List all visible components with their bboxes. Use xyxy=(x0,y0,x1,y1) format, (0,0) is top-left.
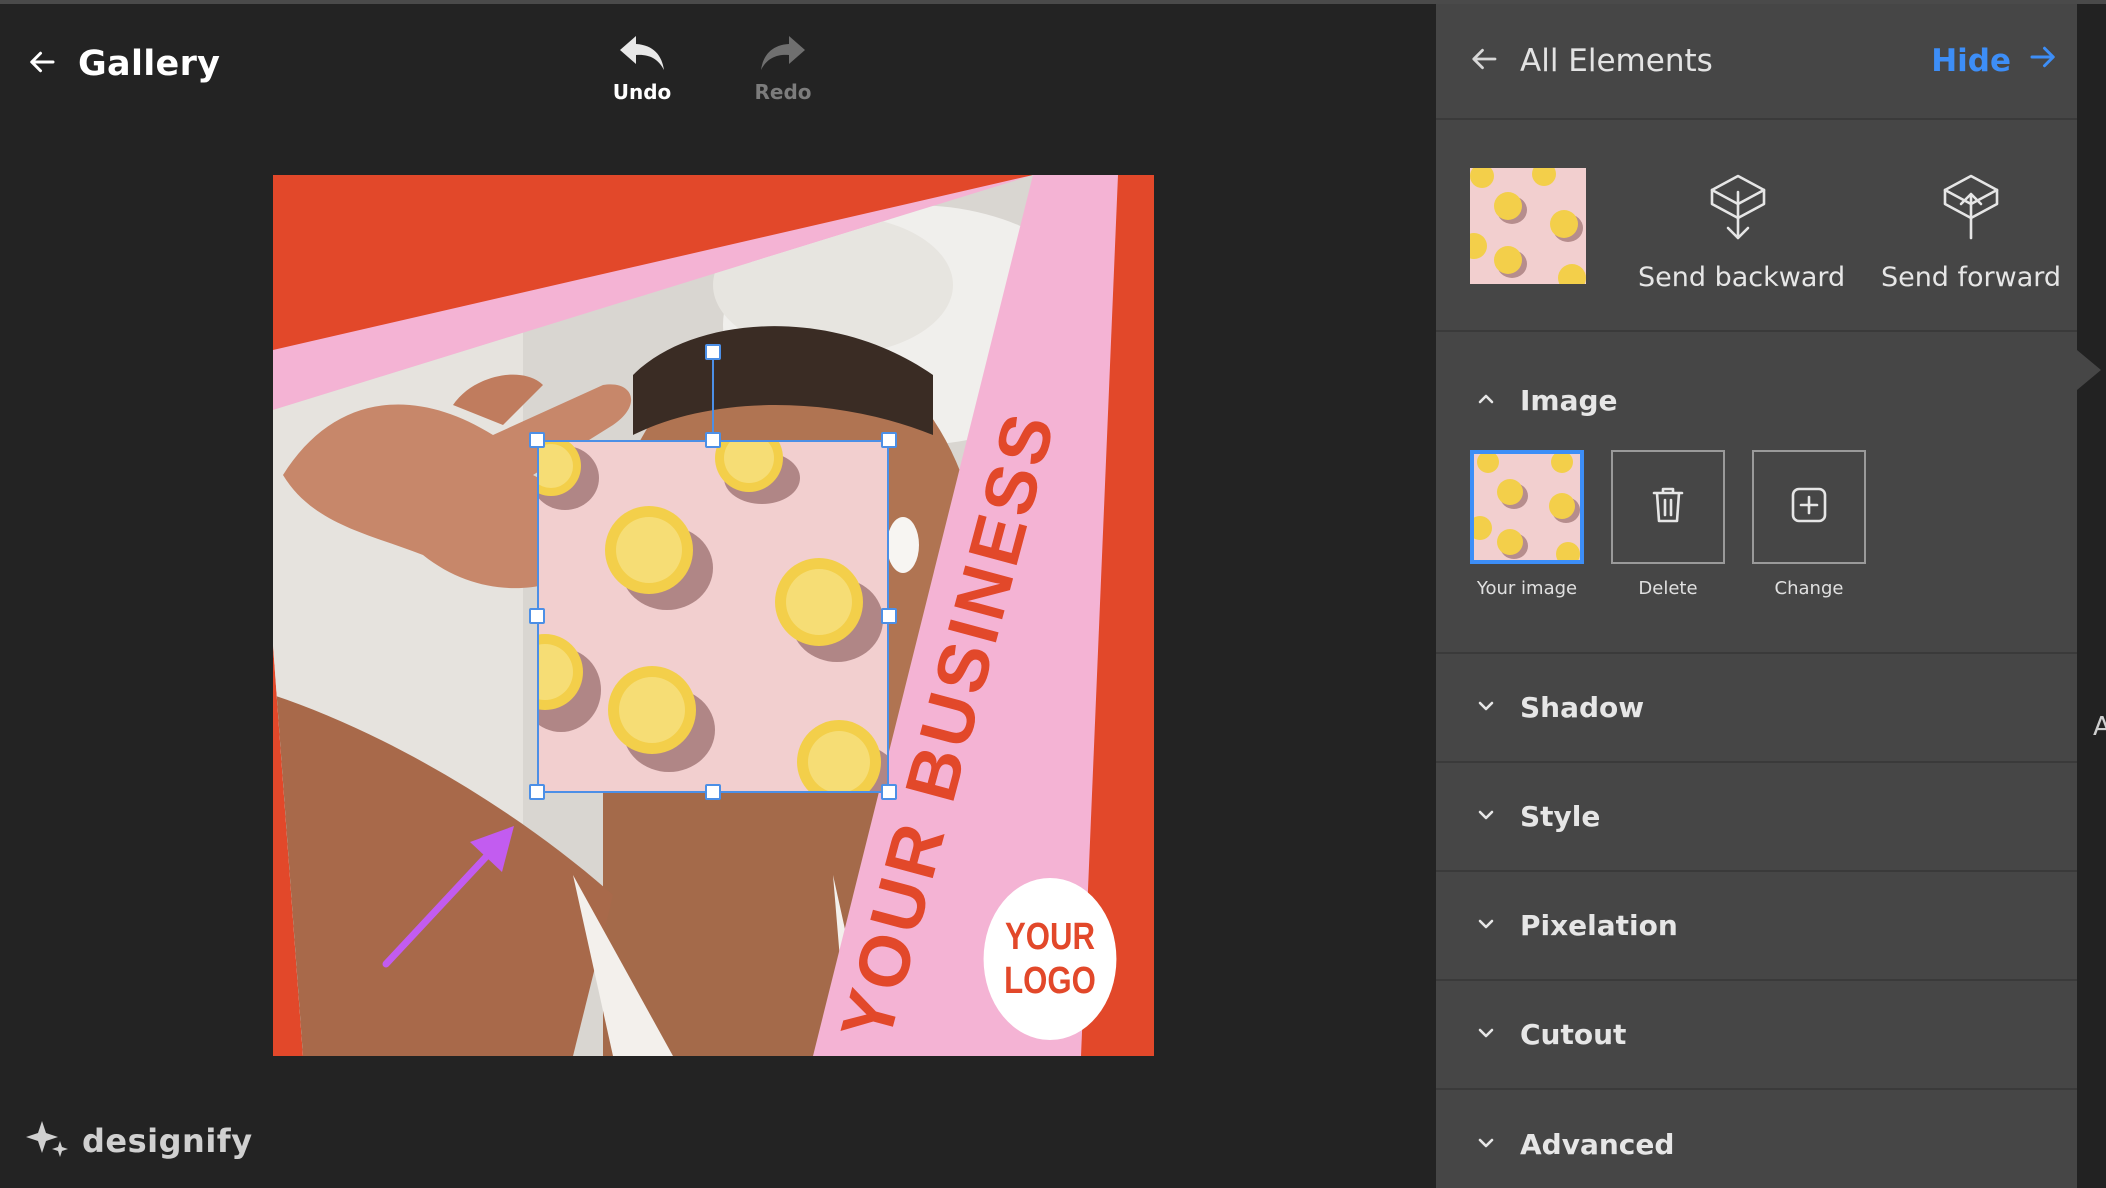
logo-placeholder[interactable]: YOUR LOGO xyxy=(983,878,1117,1040)
delete-tile xyxy=(1611,450,1725,564)
chevron-up-icon xyxy=(1474,387,1498,415)
selected-element-thumbnail xyxy=(1470,168,1586,284)
resize-handle-bottom-left[interactable] xyxy=(529,784,545,800)
cutout-section-header[interactable]: Cutout xyxy=(1436,1018,1626,1051)
hide-panel-button[interactable]: Hide xyxy=(1931,42,2057,80)
brand-logo: designify xyxy=(26,1117,253,1165)
resize-handle-right[interactable] xyxy=(881,608,897,624)
all-elements-label: All Elements xyxy=(1520,43,1713,79)
elements-panel: All Elements Hide Send backward Send for… xyxy=(1436,4,2077,1188)
pixelation-section: Pixelation xyxy=(1436,872,2077,981)
pixelation-section-title: Pixelation xyxy=(1520,909,1678,942)
your-image-option[interactable]: Your image xyxy=(1470,450,1584,599)
delete-label: Delete xyxy=(1638,578,1698,599)
layer-order-row: Send backward Send forward xyxy=(1436,120,2077,332)
arrow-left-icon xyxy=(1470,44,1500,78)
send-forward-button[interactable]: Send forward xyxy=(1876,172,2066,293)
undo-label: Undo xyxy=(612,80,672,104)
advanced-section-header[interactable]: Advanced xyxy=(1436,1128,1674,1161)
change-label: Change xyxy=(1774,578,1844,599)
logo-line-2: LOGO xyxy=(1004,960,1096,1002)
resize-handle-bottom[interactable] xyxy=(705,784,721,800)
resize-handle-left[interactable] xyxy=(529,608,545,624)
send-backward-label: Send backward xyxy=(1638,262,1846,293)
delete-image-button[interactable]: Delete xyxy=(1611,450,1725,599)
image-section: Image Your image Delete Change xyxy=(1436,332,2077,654)
logo-line-1: YOUR xyxy=(1004,916,1096,958)
redo-button[interactable]: Redo xyxy=(728,32,838,104)
panel-collapse-notch[interactable] xyxy=(2077,350,2101,390)
send-backward-button[interactable]: Send backward xyxy=(1638,172,1846,293)
resize-handle-bottom-right[interactable] xyxy=(881,784,897,800)
annotation-arrow-icon xyxy=(382,826,514,968)
pixelation-section-header[interactable]: Pixelation xyxy=(1436,909,1678,942)
undo-icon xyxy=(587,32,697,74)
chevron-down-icon xyxy=(1474,1021,1498,1049)
advanced-section: Advanced xyxy=(1436,1090,2077,1188)
resize-handle-top[interactable] xyxy=(705,432,721,448)
style-section-header[interactable]: Style xyxy=(1436,800,1600,833)
all-elements-back-button[interactable]: All Elements xyxy=(1470,43,1713,79)
style-section: Style xyxy=(1436,763,2077,872)
trash-icon xyxy=(1646,483,1690,531)
resize-handle-top-right[interactable] xyxy=(881,432,897,448)
image-section-title: Image xyxy=(1520,384,1618,417)
style-section-title: Style xyxy=(1520,800,1601,833)
cutout-section: Cutout xyxy=(1436,981,2077,1090)
panel-header: All Elements Hide xyxy=(1436,4,2077,120)
chevron-down-icon xyxy=(1474,1131,1498,1159)
brand-name: designify xyxy=(82,1122,253,1160)
undo-button[interactable]: Undo xyxy=(587,32,697,104)
arrow-right-icon xyxy=(2011,42,2057,80)
hide-label: Hide xyxy=(1931,43,2011,79)
image-section-header[interactable]: Image xyxy=(1436,384,1618,417)
send-forward-label: Send forward xyxy=(1880,262,2062,293)
your-image-thumbnail xyxy=(1470,450,1584,564)
arrow-left-icon xyxy=(28,47,58,81)
shadow-section-header[interactable]: Shadow xyxy=(1436,691,1644,724)
shadow-section-title: Shadow xyxy=(1520,691,1645,724)
advanced-section-title: Advanced xyxy=(1520,1128,1675,1161)
change-tile xyxy=(1752,450,1866,564)
sparkle-icon xyxy=(26,1117,70,1165)
send-backward-icon xyxy=(1638,172,1838,244)
rotate-handle[interactable] xyxy=(705,344,721,360)
edge-glyph: A xyxy=(2093,712,2106,742)
chevron-down-icon xyxy=(1474,694,1498,722)
panel-scrollbar[interactable] xyxy=(2077,4,2106,1188)
cutout-section-title: Cutout xyxy=(1520,1018,1627,1051)
send-forward-icon xyxy=(1876,172,2066,244)
selection-box xyxy=(537,440,889,793)
redo-label: Redo xyxy=(754,80,812,104)
shadow-section: Shadow xyxy=(1436,654,2077,763)
redo-icon xyxy=(728,32,838,74)
gallery-label: Gallery xyxy=(78,44,221,84)
change-image-button[interactable]: Change xyxy=(1752,450,1866,599)
chevron-down-icon xyxy=(1474,803,1498,831)
chevron-down-icon xyxy=(1474,912,1498,940)
rotation-line xyxy=(712,352,714,440)
your-image-label: Your image xyxy=(1476,578,1578,599)
plus-square-icon xyxy=(1787,483,1831,531)
back-to-gallery-button[interactable]: Gallery xyxy=(28,44,220,84)
resize-handle-top-left[interactable] xyxy=(529,432,545,448)
